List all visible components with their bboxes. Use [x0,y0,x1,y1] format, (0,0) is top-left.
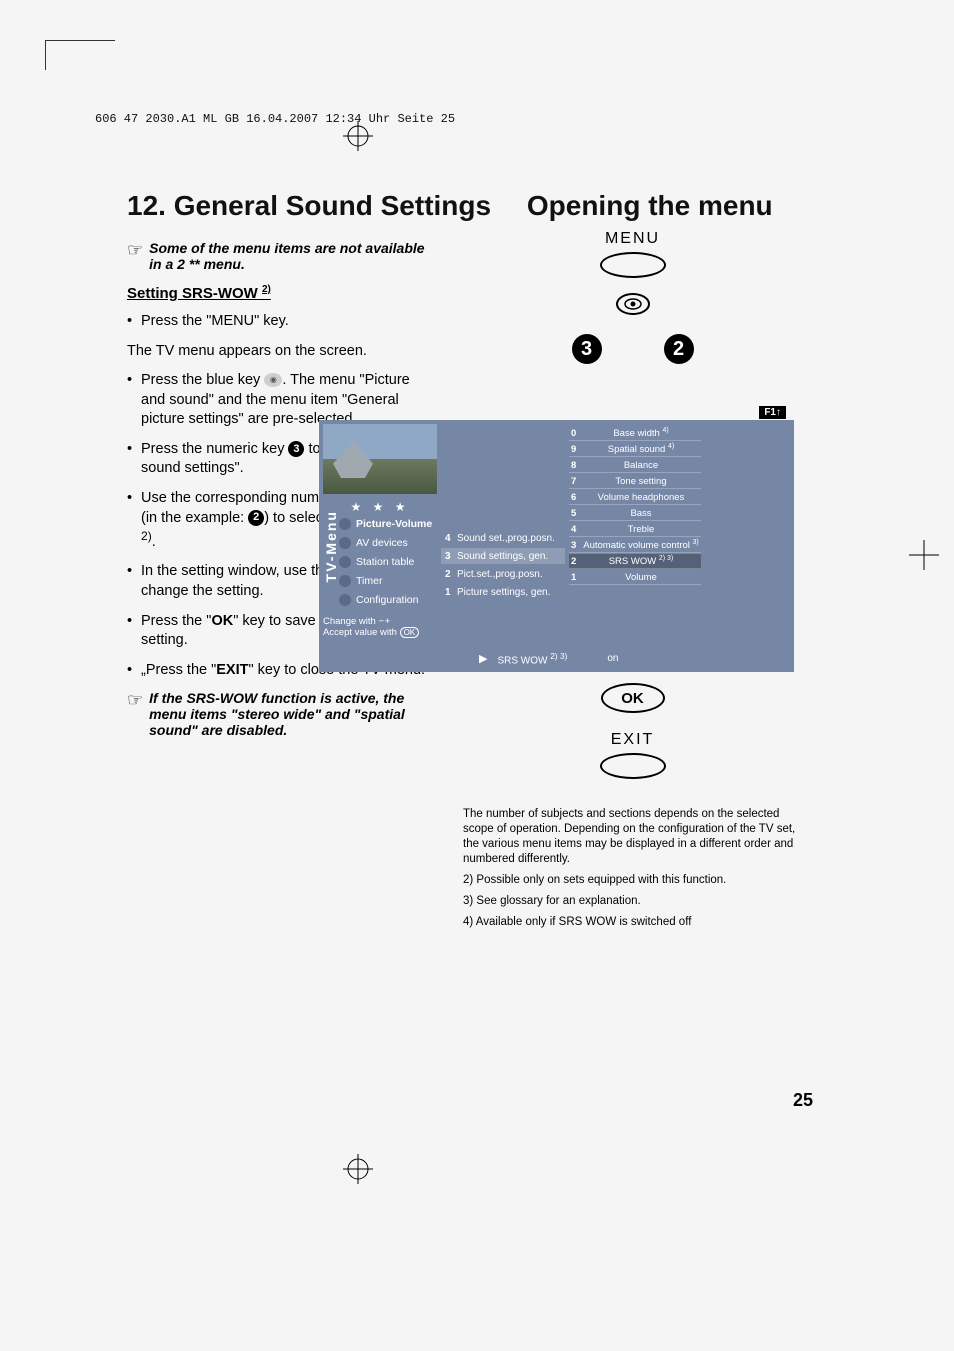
menu-button-shape [600,252,666,278]
exit-button-shape [600,753,666,779]
tv-right-row: 7Tone setting [569,474,701,489]
step-1: • Press the "MENU" key. [127,312,435,332]
tv-center-row: 3Sound settings, gen. [441,548,565,564]
tv-side-item: Station table [339,556,437,568]
tv-right-row: 4Treble [569,522,701,537]
tv-right-row: 9Spatial sound 4) [569,442,701,457]
tv-side-item: Picture-Volume [339,518,437,530]
tv-right-row: 3Automatic volume control 3) [569,538,701,553]
tv-preview-thumbnail [323,424,437,494]
tv-hint: Change with − + Accept value with OK [323,616,437,638]
side-crosshair [909,540,939,570]
tv-right-row: 1Volume [569,570,701,585]
fold-mark-bottom [343,1154,373,1184]
eye-button-icon [615,292,651,316]
chapter-title: 12. General Sound Settings Opening the m… [127,190,802,222]
step-1-result: The TV menu appears on the screen. [127,342,435,362]
f1-tag: F1 [759,406,786,419]
tv-right-row: 2SRS WOW 2) 3) [569,554,701,569]
tv-center-row: 4Sound set.,prog.posn. [441,530,565,546]
blue-key-icon: ◉ [264,373,282,387]
crop-mark [45,40,115,70]
tv-menu-footer: ▶ SRS WOW 2) 3) on [479,651,739,666]
tv-right-row: 5Bass [569,506,701,521]
note-text-2: If the SRS-WOW function is active, the m… [149,690,435,738]
ok-button-shape: OK [601,683,665,713]
tv-menu-side-label: TV-Menu [323,510,339,582]
exit-key-label: EXIT [463,731,802,749]
print-header: 606 47 2030.A1 ML GB 16.04.2007 12:34 Uh… [95,112,455,126]
tv-menu-screenshot: F1 ★ ★ ★ TV-Menu Picture-VolumeAV device… [319,420,794,672]
footnotes: The number of subjects and sections depe… [463,807,802,930]
stars-icon: ★ ★ ★ [323,500,437,514]
tv-side-item: AV devices [339,537,437,549]
menu-key-label: MENU [463,230,802,248]
fold-mark-top [343,121,373,151]
numeric-key-3-icon: 3 [288,441,304,457]
numeric-key-2-icon: 2 [248,510,264,526]
remote-key-3: 3 [572,334,602,364]
tv-right-row: 8Balance [569,458,701,473]
tv-side-item: Timer [339,575,437,587]
tv-side-item: Configuration [339,594,437,606]
page-number: 25 [793,1090,813,1111]
tv-center-row: 2Pict.set.,prog.posn. [441,566,565,582]
remote-key-2: 2 [664,334,694,364]
subheading: Setting SRS-WOW 2) [127,284,435,302]
note-text: Some of the menu items are not available… [149,240,435,272]
tv-right-row: 6Volume headphones [569,490,701,505]
hand-pointer-icon: ☞ [127,240,143,272]
tv-right-row: 0Base width 4) [569,426,701,441]
tv-center-row: 1Picture settings, gen. [441,584,565,600]
hand-pointer-icon: ☞ [127,690,143,738]
